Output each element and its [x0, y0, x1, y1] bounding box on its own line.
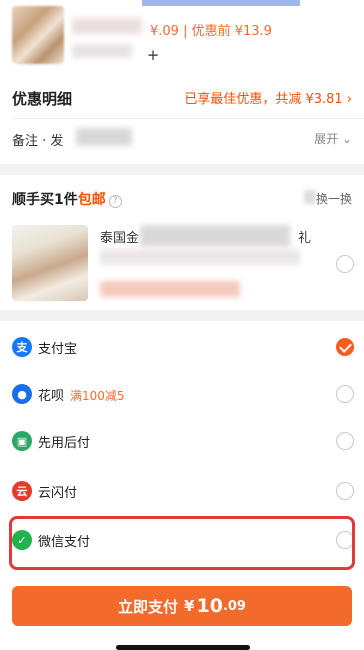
addon-title-text: 顺手买1件 — [12, 192, 78, 208]
home-indicator — [116, 645, 250, 650]
discount-section: 优惠明细 已享最佳优惠，共减 ¥3.81 › 备注 · 发 展开 ⌄ — [0, 74, 364, 164]
alipay-icon: 支 — [12, 337, 32, 357]
payment-option-name: 支付宝 — [38, 342, 78, 357]
price-line: ¥.09 | 优惠前 ¥13.9 — [150, 24, 272, 39]
blurred-addon-price — [100, 281, 240, 297]
discount-summary[interactable]: 已享最佳优惠，共减 ¥3.81 › — [184, 88, 352, 107]
free-shipping-tag: 包邮 — [77, 192, 106, 208]
payment-option[interactable]: ▣ 先用后付 — [0, 417, 364, 465]
payment-option[interactable]: 云云闪付 — [0, 467, 364, 515]
remark-label[interactable]: 备注 · 发 — [12, 130, 63, 149]
payment-option-label: 花呗 满100减5 — [38, 385, 125, 404]
pay-now-button[interactable]: 立即支付 ¥ 10 .09 — [12, 586, 352, 626]
help-icon[interactable]: ? — [108, 195, 122, 208]
blurred-banner — [142, 0, 300, 6]
payment-option-name: 花呗 — [38, 389, 65, 404]
amount-decimal: .09 — [222, 598, 246, 614]
blurred-spec — [72, 44, 132, 58]
addon-thumbnail[interactable] — [12, 225, 88, 301]
addon-title: 顺手买1件包邮? — [12, 189, 122, 209]
payment-radio[interactable] — [336, 385, 354, 403]
addon-select-radio[interactable] — [336, 255, 354, 273]
expand-button[interactable]: 展开 ⌄ — [314, 130, 352, 147]
payment-option-name: 云闪付 — [38, 486, 78, 501]
product-thumbnail — [12, 6, 64, 64]
pay-now-label: 立即支付 — [118, 597, 179, 616]
payment-option[interactable]: 支支付宝 — [0, 323, 364, 371]
blurred-addon-spec — [100, 249, 300, 265]
currency-symbol: ¥ — [184, 597, 195, 615]
blurred-remark-text — [76, 128, 132, 146]
addon-name-end: 礼 — [298, 231, 312, 246]
discount-title: 优惠明细 — [12, 90, 73, 108]
payment-option-label: 先用后付 — [38, 432, 90, 451]
payment-option[interactable]: ● 花呗 满100减5 — [0, 370, 364, 418]
swap-button[interactable]: 换一换 — [316, 190, 352, 207]
payment-radio[interactable] — [336, 432, 354, 450]
payment-radio[interactable] — [336, 482, 354, 500]
addon-name-start: 泰国金 — [100, 231, 140, 246]
blurred-addon-name — [140, 225, 290, 247]
blurred-product-title — [72, 18, 142, 34]
payment-option-label: 云闪付 — [38, 482, 77, 501]
payment-option-label: 支付宝 — [38, 338, 77, 357]
blurred-swap-icon — [304, 190, 316, 204]
unionpay-icon: 云 — [12, 481, 32, 501]
huabei-icon: ● — [12, 384, 32, 404]
addon-section: 顺手买1件包邮? 换一换 泰国金 礼 — [0, 175, 364, 310]
payment-option-name: 先用后付 — [38, 436, 91, 451]
pay-later-icon: ▣ — [12, 431, 32, 451]
quantity-plus-button[interactable]: + — [145, 46, 161, 64]
highlight-box — [9, 516, 355, 570]
product-card: ¥.09 | 优惠前 ¥13.9 + — [0, 0, 364, 74]
payment-radio[interactable] — [336, 338, 354, 356]
amount-integer: 10 — [196, 595, 223, 617]
payment-promo: 满100减5 — [70, 389, 125, 403]
divider — [12, 118, 364, 119]
